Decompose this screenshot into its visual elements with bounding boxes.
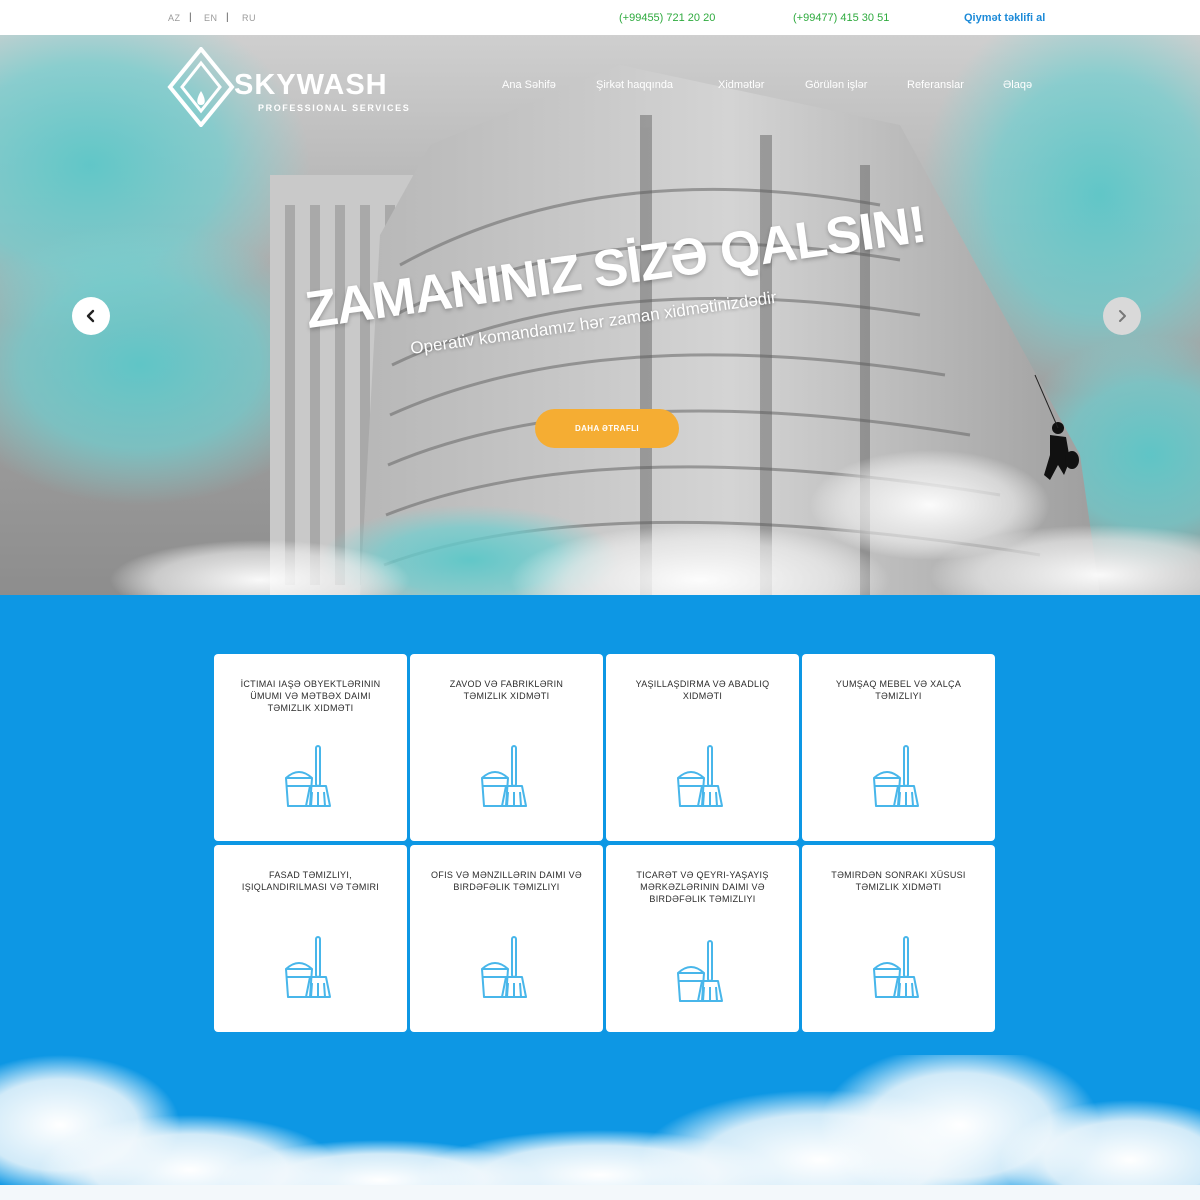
service-title: İctimai iaşə obyektlərinin ümumi və mətb…	[240, 679, 381, 713]
bucket-mop-icon	[481, 745, 527, 807]
nav-item-references[interactable]: Referanslar	[907, 79, 964, 91]
services-section: İctimai iaşə obyektlərinin ümumi və mətb…	[0, 595, 1200, 1200]
chevron-right-icon	[1119, 310, 1126, 322]
lang-separator: |	[226, 12, 229, 23]
service-title: Yaşıllaşdırma və abadlıq xidməti	[635, 679, 770, 701]
service-card[interactable]: Ofis və mənzillərin daimi və birdəfəlik …	[410, 845, 603, 1032]
service-title: Təmirdən sonraki xüsusi təmizlik xidməti	[831, 870, 966, 892]
clouds-decoration	[0, 1055, 1200, 1200]
slider-next-button[interactable]	[1103, 297, 1141, 335]
lang-az-link[interactable]: AZ	[168, 13, 181, 23]
service-title: Ticarət və qeyri-yaşayış mərkəzlərinin d…	[636, 870, 769, 904]
nav-item-works[interactable]: Görülən işlər	[805, 79, 867, 91]
bucket-mop-icon	[481, 936, 527, 998]
lang-separator: |	[189, 12, 192, 23]
brand-tagline: PROFESSIONAL SERVICES	[258, 103, 411, 113]
bucket-mop-icon	[285, 745, 331, 807]
lang-ru-link[interactable]: RU	[242, 13, 256, 23]
service-card[interactable]: Yumşaq mebel və xalça təmizliyi	[802, 654, 995, 841]
bucket-mop-icon	[285, 936, 331, 998]
more-info-button[interactable]: DAHA ƏTRAFLI	[535, 409, 679, 448]
service-card[interactable]: İctimai iaşə obyektlərinin ümumi və mətb…	[214, 654, 407, 841]
bucket-mop-icon	[873, 936, 919, 998]
service-title: Fasad təmizliyi, işıqlandırılması və təm…	[241, 870, 380, 892]
main-nav: Ana Səhifə Şirkət haqqında Xidmətlər Gör…	[0, 79, 1200, 95]
service-card[interactable]: Yaşıllaşdırma və abadlıq xidməti	[606, 654, 799, 841]
service-card[interactable]: Ticarət və qeyri-yaşayış mərkəzlərinin d…	[606, 845, 799, 1032]
nav-item-about[interactable]: Şirkət haqqında	[596, 79, 673, 91]
service-title: Zavod və fabriklərin təmizlik xidməti	[449, 679, 564, 701]
service-title: Ofis və mənzillərin daimi və birdəfəlik …	[430, 870, 582, 892]
bucket-mop-icon	[677, 745, 723, 807]
service-title: Yumşaq mebel və xalça təmizliyi	[835, 679, 962, 701]
nav-item-services[interactable]: Xidmətlər	[718, 79, 764, 91]
lang-en-link[interactable]: EN	[204, 13, 218, 23]
top-bar: AZ | EN | RU (+99455) 721 20 20 (+99477)…	[0, 0, 1200, 35]
nav-item-home[interactable]: Ana Səhifə	[502, 79, 556, 91]
service-card[interactable]: Təmirdən sonraki xüsusi təmizlik xidməti	[802, 845, 995, 1032]
phone-link-2[interactable]: (+99477) 415 30 51	[793, 12, 889, 24]
nav-item-contact[interactable]: Əlaqə	[1003, 79, 1032, 91]
bucket-mop-icon	[677, 940, 723, 1002]
bucket-mop-icon	[873, 745, 919, 807]
hero-slider: SKYWASH PROFESSIONAL SERVICES Ana Səhifə…	[0, 35, 1200, 595]
service-card[interactable]: Fasad təmizliyi, işıqlandırılması və təm…	[214, 845, 407, 1032]
slider-prev-button[interactable]	[72, 297, 110, 335]
phone-link-1[interactable]: (+99455) 721 20 20	[619, 12, 715, 24]
chevron-left-icon	[86, 309, 95, 323]
get-quote-link[interactable]: Qiymət təklifi al	[964, 12, 1045, 24]
service-card[interactable]: Zavod və fabriklərin təmizlik xidməti	[410, 654, 603, 841]
